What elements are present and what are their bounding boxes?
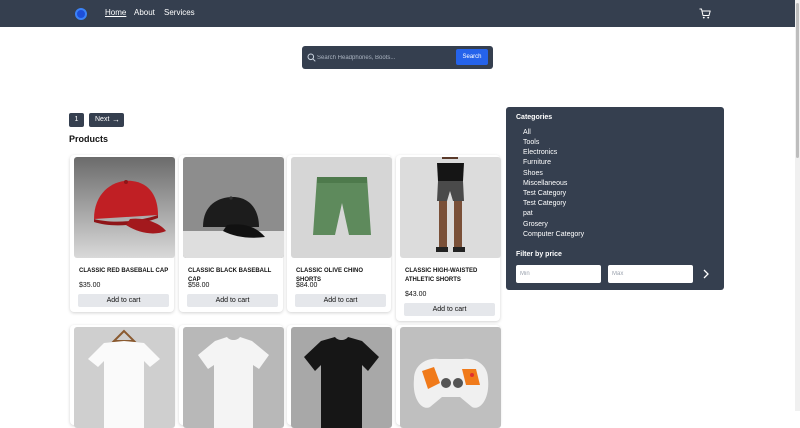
- product-image-olive-shorts[interactable]: [291, 157, 392, 258]
- scrollbar-thumb[interactable]: [796, 3, 799, 158]
- product-card[interactable]: [396, 325, 501, 428]
- product-price: $84.00: [296, 282, 318, 289]
- product-card[interactable]: CLASSIC HIGH-WAISTED ATHLETIC SHORTS $43…: [396, 155, 501, 321]
- search-button[interactable]: Search: [456, 49, 488, 65]
- product-image-white-tshirt[interactable]: [183, 327, 284, 428]
- next-label: Next: [95, 116, 110, 123]
- filter-by-price-title: Filter by price: [516, 251, 562, 258]
- product-price: $58.00: [188, 282, 210, 289]
- chevron-right-icon[interactable]: [701, 268, 711, 280]
- product-image-white-tshirt-hanger[interactable]: [74, 327, 175, 428]
- product-image-black-tshirt[interactable]: [291, 327, 392, 428]
- product-price: $43.00: [405, 291, 427, 298]
- product-card[interactable]: CLASSIC BLACK BASEBALL CAP $58.00 Add to…: [179, 155, 284, 312]
- add-to-cart-button[interactable]: Add to cart: [187, 294, 278, 307]
- product-image-game-controller[interactable]: [400, 327, 501, 428]
- category-item[interactable]: pat: [523, 210, 533, 217]
- product-card[interactable]: [179, 325, 284, 428]
- category-item[interactable]: Miscellaneous: [523, 180, 567, 187]
- filter-sidebar: [506, 107, 724, 290]
- min-price-input[interactable]: [516, 265, 601, 283]
- product-card[interactable]: CLASSIC RED BASEBALL CAP $35.00 Add to c…: [70, 155, 175, 312]
- category-item[interactable]: Grosery: [523, 221, 548, 228]
- product-image-black-cap[interactable]: [183, 157, 284, 258]
- category-item[interactable]: Tools: [523, 139, 539, 146]
- page-button-1[interactable]: 1: [69, 113, 84, 127]
- category-item[interactable]: Electronics: [523, 149, 557, 156]
- product-image-athletic-shorts[interactable]: [400, 157, 501, 258]
- category-item[interactable]: Shoes: [523, 170, 543, 177]
- add-to-cart-button[interactable]: Add to cart: [295, 294, 386, 307]
- product-card[interactable]: CLASSIC OLIVE CHINO SHORTS $84.00 Add to…: [287, 155, 392, 312]
- product-card[interactable]: [287, 325, 392, 428]
- nav-link-services[interactable]: Services: [164, 8, 195, 17]
- products-heading: Products: [69, 134, 109, 144]
- search-icon: [307, 53, 316, 62]
- add-to-cart-button[interactable]: Add to cart: [78, 294, 169, 307]
- category-item[interactable]: Test Category: [523, 200, 566, 207]
- nav-link-about[interactable]: About: [134, 8, 155, 17]
- category-item[interactable]: Furniture: [523, 159, 551, 166]
- logo-icon[interactable]: [75, 8, 87, 20]
- add-to-cart-button[interactable]: Add to cart: [404, 303, 495, 316]
- nav-link-home[interactable]: Home: [105, 8, 126, 17]
- search-input[interactable]: [317, 50, 451, 65]
- product-price: $35.00: [79, 282, 101, 289]
- cart-icon[interactable]: [699, 8, 711, 19]
- category-item[interactable]: All: [523, 129, 531, 136]
- category-item[interactable]: Computer Category: [523, 231, 584, 238]
- product-image-red-cap[interactable]: [74, 157, 175, 258]
- product-name[interactable]: CLASSIC HIGH-WAISTED ATHLETIC SHORTS: [405, 267, 495, 285]
- product-name[interactable]: CLASSIC RED BASEBALL CAP: [79, 267, 169, 276]
- max-price-input[interactable]: [608, 265, 693, 283]
- categories-title: Categories: [516, 114, 553, 121]
- product-card[interactable]: [70, 325, 175, 428]
- arrow-right-icon: →: [112, 115, 120, 124]
- category-item[interactable]: Test Category: [523, 190, 566, 197]
